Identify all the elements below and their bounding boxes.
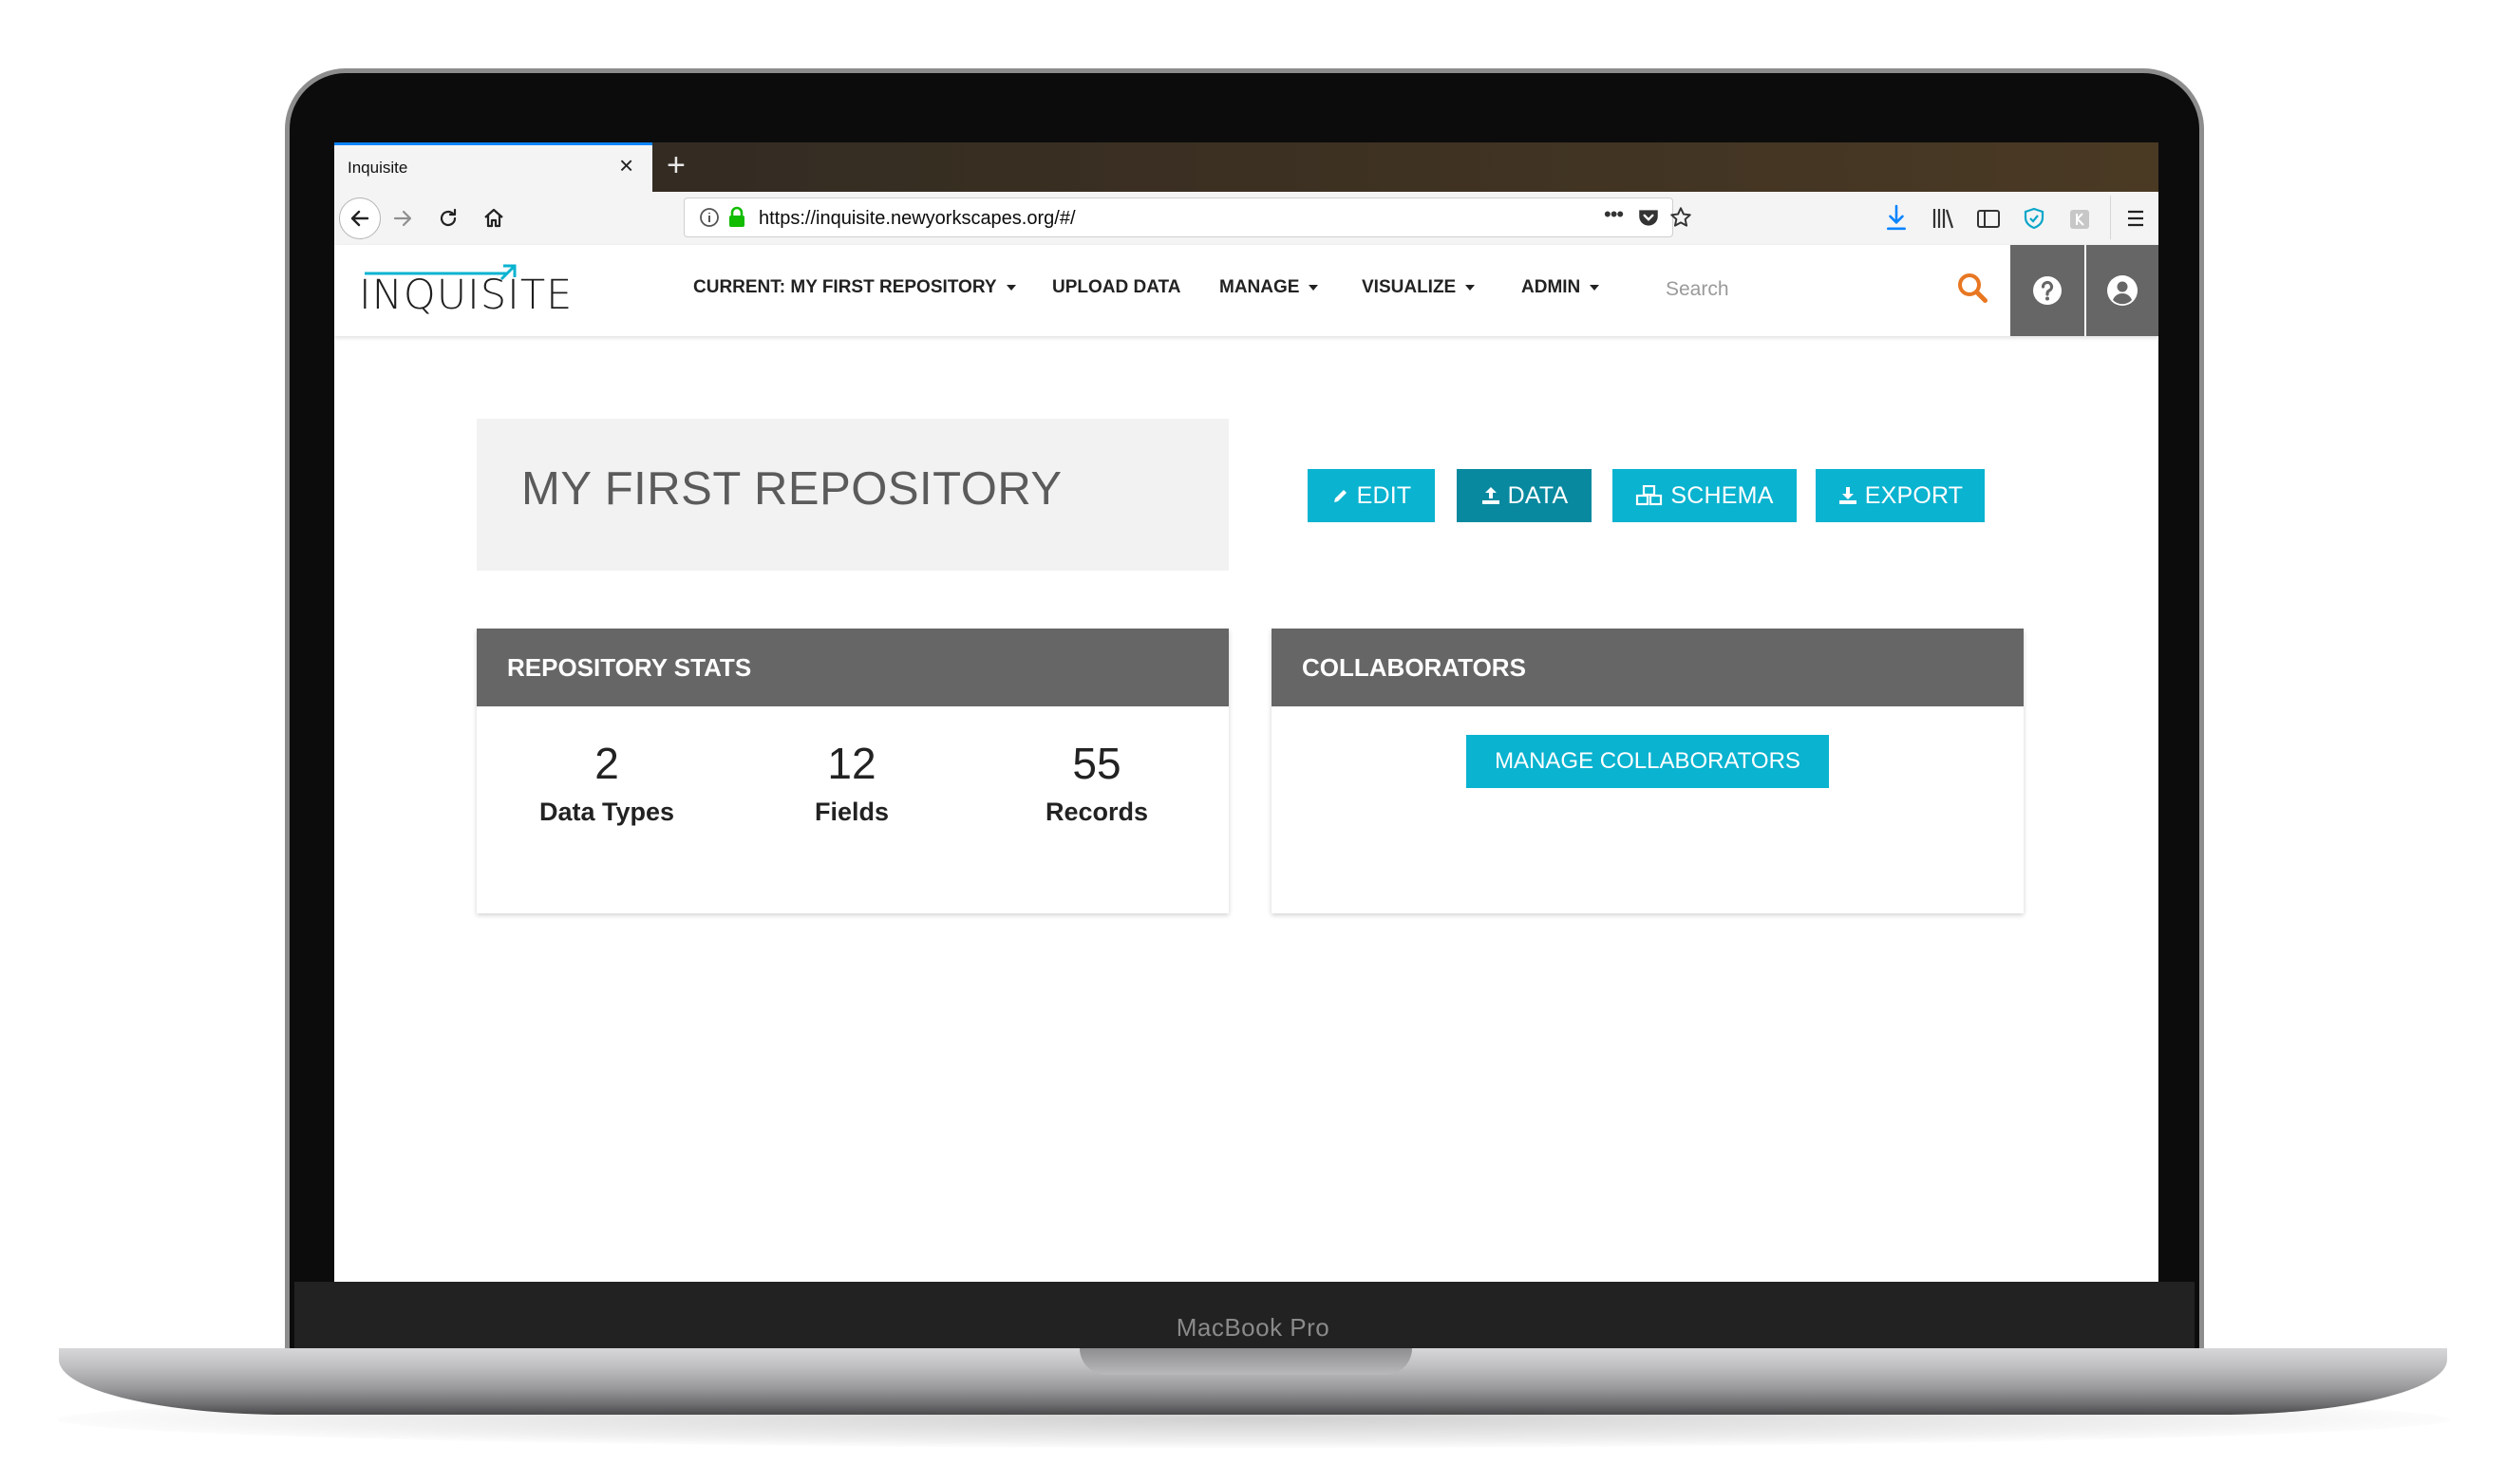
caret-down-icon [1309, 284, 1319, 291]
reload-icon [440, 208, 457, 227]
browser-tab-bar: Inquisite × + [334, 142, 2158, 192]
search-icon[interactable] [1954, 270, 1992, 308]
stat-value: 12 [827, 739, 876, 788]
nav-label: VISUALIZE [1362, 277, 1457, 297]
download-icon [1838, 487, 1856, 504]
upload-icon [1481, 487, 1499, 504]
pocket-icon[interactable] [1636, 205, 1661, 230]
cubes-icon [1636, 485, 1663, 506]
app-header: INQUISITE CURRENT: MY FIRST REPOSITORY U… [334, 245, 2158, 336]
caret-down-icon [1006, 284, 1016, 291]
user-account-button[interactable] [2086, 245, 2158, 336]
panel-header: COLLABORATORS [1272, 629, 2024, 706]
browser-tab[interactable]: Inquisite × [334, 142, 652, 192]
laptop-notch [1080, 1348, 1412, 1375]
panel-title: COLLABORATORS [1302, 653, 1526, 682]
back-button[interactable] [339, 197, 381, 239]
library-icon[interactable] [1930, 199, 1956, 237]
nav-manage[interactable]: MANAGE [1219, 277, 1319, 298]
shield-icon[interactable] [2021, 199, 2047, 237]
page-actions-icon[interactable]: ••• [1604, 202, 1624, 227]
schema-button-label: SCHEMA [1670, 481, 1774, 509]
logo-text: INQUISITE [359, 272, 574, 319]
screen: Inquisite × + https://inquisite.newyorks… [334, 142, 2158, 1282]
reload-button[interactable] [429, 199, 467, 237]
nav-label: UPLOAD DATA [1052, 277, 1181, 297]
nav-current-repository[interactable]: CURRENT: MY FIRST REPOSITORY [693, 277, 1016, 298]
panel-header: REPOSITORY STATS [477, 629, 1229, 706]
nav-admin[interactable]: ADMIN [1521, 277, 1600, 298]
schema-button[interactable]: SCHEMA [1612, 469, 1797, 522]
tab-close-icon[interactable]: × [619, 153, 633, 178]
edit-button-label: EDIT [1356, 481, 1412, 509]
search-input[interactable] [1664, 268, 1952, 311]
pencil-icon [1333, 490, 1347, 502]
repository-title-card: MY FIRST REPOSITORY [477, 419, 1229, 571]
forward-button[interactable] [384, 199, 422, 237]
lock-icon[interactable] [726, 205, 747, 230]
stat-fields: 12 Fields [757, 739, 947, 827]
manage-collaborators-button[interactable]: MANAGE COLLABORATORS [1466, 735, 1829, 788]
stat-label: Fields [814, 798, 890, 826]
sidebar-icon[interactable] [1975, 199, 2002, 237]
extension-icon[interactable] [2066, 199, 2093, 237]
help-button[interactable] [2010, 245, 2084, 336]
stat-value: 55 [1072, 739, 1121, 788]
collaborators-panel: COLLABORATORS MANAGE COLLABORATORS [1272, 629, 2024, 913]
panel-title: REPOSITORY STATS [507, 653, 752, 682]
stat-label: Data Types [538, 798, 675, 826]
export-button-label: EXPORT [1864, 481, 1964, 509]
repository-stats-panel: REPOSITORY STATS 2 Data Types 12 Fields … [477, 629, 1229, 913]
question-circle-icon [2033, 276, 2062, 305]
browser-nav-bar: https://inquisite.newyorkscapes.org/#/ •… [334, 192, 2158, 246]
stat-data-types: 2 Data Types [512, 739, 702, 827]
bookmark-star-icon[interactable] [1668, 205, 1693, 230]
caret-down-icon [1465, 284, 1476, 291]
stat-value: 2 [594, 739, 619, 788]
url-bar[interactable]: https://inquisite.newyorkscapes.org/#/ •… [684, 197, 1691, 237]
arrow-left-icon [350, 210, 369, 227]
device-brand-label: MacBook Pro [1176, 1313, 1330, 1342]
new-tab-button[interactable]: + [667, 146, 686, 184]
tab-title: Inquisite [348, 159, 408, 177]
arrow-right-icon [393, 210, 412, 227]
hamburger-menu-icon[interactable] [2123, 199, 2148, 237]
url-text: https://inquisite.newyorkscapes.org/#/ [759, 208, 1076, 229]
nav-label: MANAGE [1219, 277, 1300, 297]
caret-down-icon [1590, 284, 1600, 291]
nav-upload-data[interactable]: UPLOAD DATA [1052, 277, 1180, 298]
data-button[interactable]: DATA [1457, 469, 1592, 522]
toolbar-divider [2110, 196, 2111, 239]
user-circle-icon [2107, 275, 2138, 306]
downloads-icon[interactable] [1884, 199, 1909, 237]
nav-visualize[interactable]: VISUALIZE [1362, 277, 1476, 298]
home-icon [484, 208, 503, 228]
data-button-label: DATA [1507, 481, 1569, 509]
stat-label: Records [1045, 798, 1149, 826]
stat-records: 55 Records [1002, 739, 1192, 827]
edit-button[interactable]: EDIT [1308, 469, 1435, 522]
home-button[interactable] [475, 199, 513, 237]
nav-label: CURRENT: MY FIRST REPOSITORY [693, 277, 997, 297]
page-title: MY FIRST REPOSITORY [521, 463, 1063, 515]
export-button[interactable]: EXPORT [1816, 469, 1985, 522]
nav-label: ADMIN [1521, 277, 1581, 297]
info-icon[interactable] [698, 205, 721, 230]
